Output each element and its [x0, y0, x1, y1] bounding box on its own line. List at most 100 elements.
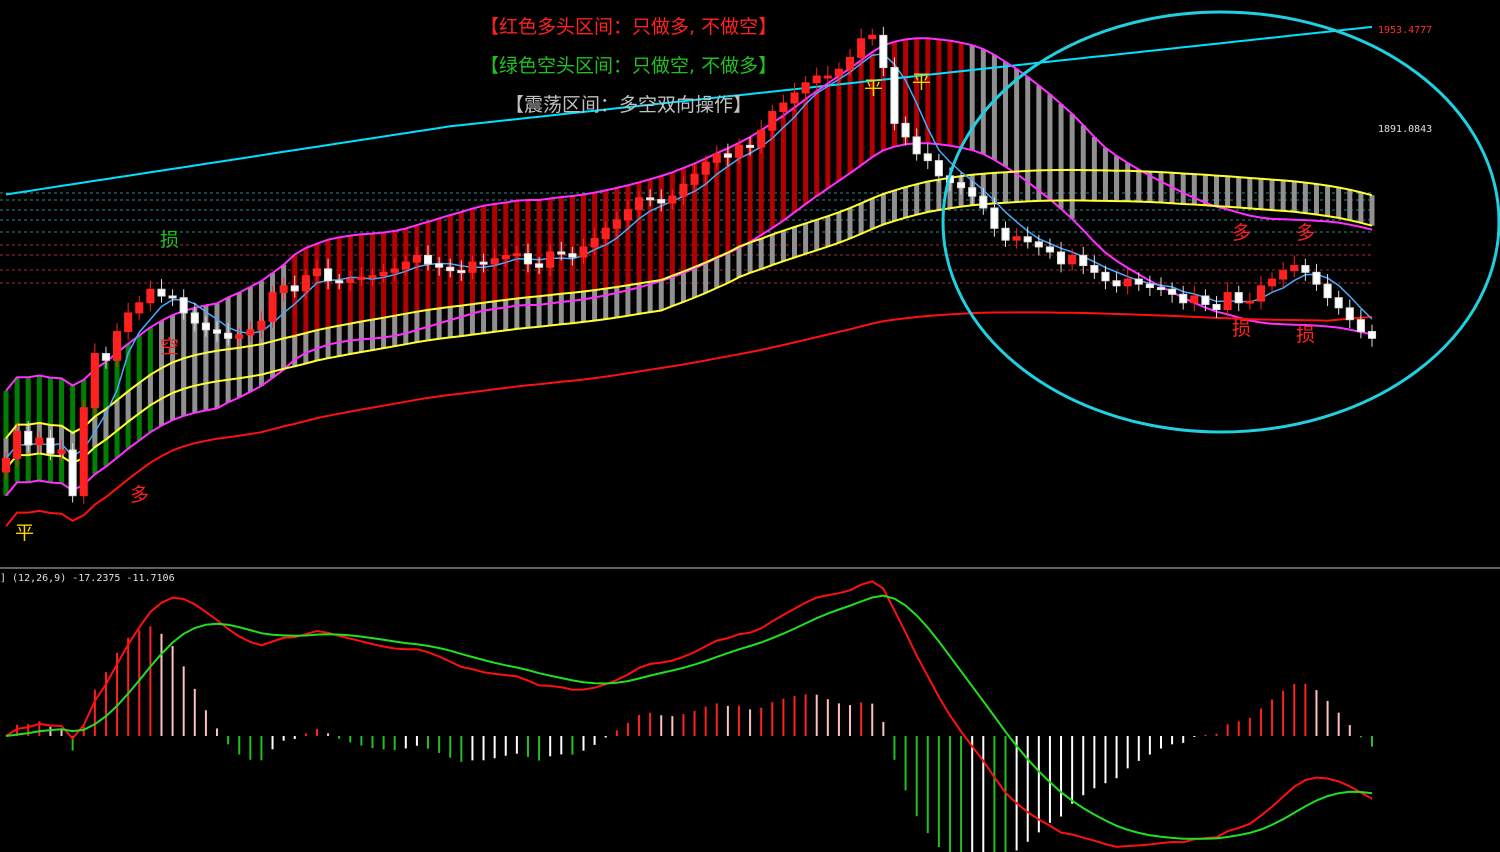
chart-stage: 【红色多头区间：只做多, 不做空】 【绿色空头区间：只做空, 不做多】 【震荡区…: [0, 0, 1500, 852]
candle-body: [312, 268, 322, 277]
candle-body: [535, 263, 544, 268]
candle-body: [845, 56, 855, 70]
candle-body: [435, 263, 444, 268]
macd-indicator-label: ] (12,26,9) -17.2375 -11.7106: [0, 573, 175, 584]
candle-body: [357, 276, 366, 280]
candle-body: [512, 253, 521, 257]
candle-body: [235, 334, 244, 339]
candle-body: [257, 320, 266, 331]
candle-body: [168, 295, 177, 299]
candle-body: [90, 353, 99, 409]
annotation-range-zone: 【震荡区间：多空双向操作】: [505, 94, 753, 116]
candle-body: [46, 437, 55, 454]
candle-body: [335, 280, 344, 284]
candle-body: [746, 144, 755, 148]
candle-body: [1279, 270, 1288, 280]
candle-body: [268, 292, 277, 322]
candle-body: [1123, 278, 1132, 287]
candle-body: [1345, 307, 1354, 321]
candle-body: [1367, 331, 1377, 339]
price-label-mid: 1891.0843: [1378, 124, 1433, 135]
candle-body: [1201, 295, 1210, 305]
candle-body: [290, 285, 299, 292]
candle-body: [423, 254, 433, 265]
candle-body: [912, 136, 921, 155]
candle-body: [346, 278, 355, 283]
candle-body: [579, 246, 588, 258]
candle-body: [668, 195, 677, 204]
candle-body: [279, 285, 288, 294]
candle-body: [1301, 265, 1310, 273]
candle-body: [879, 34, 888, 69]
candle-body: [368, 275, 377, 279]
candle-body: [1212, 303, 1221, 311]
price-label-high: 1953.4777: [1378, 25, 1433, 36]
candle-body: [101, 353, 111, 361]
candle-body: [135, 302, 144, 314]
candle-body: [412, 254, 421, 263]
candle-body: [224, 332, 233, 339]
signal-mark: 多: [1232, 222, 1252, 244]
candle-body: [568, 253, 577, 258]
candle-body: [457, 270, 466, 274]
candle-body: [1056, 251, 1066, 265]
candle-body: [157, 288, 166, 297]
signal-mark: 多: [1296, 222, 1316, 244]
candle-body: [523, 253, 533, 265]
signal-mark: 平: [864, 77, 884, 99]
signal-mark: 多: [130, 484, 150, 506]
candle-body: [301, 275, 310, 292]
candle-body: [1256, 285, 1265, 302]
candle-body: [190, 312, 199, 324]
macd-dif-line: [5, 580, 1373, 848]
candle-body: [557, 251, 566, 255]
candle-body: [501, 254, 510, 260]
candle-body: [1, 457, 11, 473]
candle-body: [657, 199, 666, 204]
candle-body: [124, 312, 133, 333]
candle-body: [812, 75, 821, 84]
candle-body: [612, 219, 621, 229]
candle-body: [690, 173, 699, 185]
candle-body: [35, 437, 44, 446]
candle-body: [68, 449, 77, 497]
candle-body: [1334, 297, 1343, 309]
candle-body: [601, 227, 610, 239]
candle-body: [401, 261, 410, 270]
price-chart: [0, 10, 1500, 852]
candle-body: [934, 160, 943, 177]
signal-mark: 损: [1232, 318, 1252, 340]
candle-body: [246, 329, 255, 336]
candle-body: [923, 153, 932, 162]
candle-body: [723, 153, 732, 158]
candle-body: [646, 197, 655, 201]
candle-body: [490, 258, 499, 265]
candle-body: [634, 197, 644, 211]
candle-body: [1112, 280, 1121, 287]
candle-body: [113, 331, 122, 361]
candle-body: [1101, 271, 1110, 282]
candle-body: [1223, 292, 1232, 311]
candle-body: [1190, 295, 1199, 304]
candle-body: [957, 182, 966, 189]
candle-body: [1079, 254, 1088, 267]
candle-body: [1179, 293, 1188, 304]
candle-body: [901, 122, 910, 138]
candle-body: [468, 261, 477, 273]
signal-mark: 平: [15, 522, 35, 544]
candle-body: [868, 34, 877, 40]
series-line-magenta-lower: [5, 142, 1373, 497]
signal-mark: 损: [160, 229, 180, 251]
candle-body: [212, 329, 222, 334]
candle-body: [834, 68, 843, 77]
candle-body: [1245, 300, 1254, 304]
candle-body: [546, 251, 555, 268]
candle-body: [1068, 254, 1077, 265]
candle-body: [146, 288, 155, 304]
candle-body: [679, 183, 688, 197]
candle-body: [990, 207, 999, 229]
candle-body: [446, 266, 455, 272]
candle-body: [1312, 271, 1321, 285]
candle-body: [1034, 241, 1043, 248]
candle-body: [24, 430, 33, 446]
